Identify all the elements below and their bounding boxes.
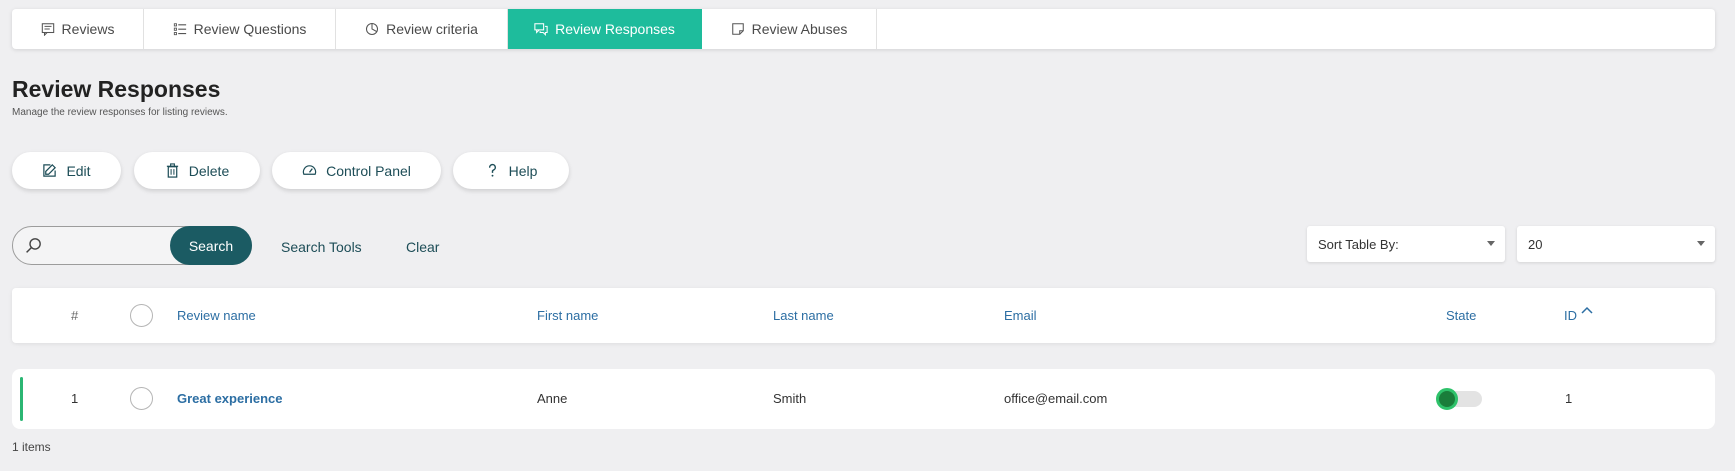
row-number: 1	[71, 391, 79, 406]
search-input[interactable]	[49, 227, 179, 264]
search-button[interactable]: Search	[170, 226, 252, 265]
pie-chart-icon	[366, 22, 379, 36]
tab-label: Review Questions	[193, 21, 307, 37]
email-cell: office@email.com	[1004, 391, 1108, 406]
tab-label: Review Abuses	[751, 21, 848, 37]
id-cell: 1	[1565, 391, 1573, 406]
items-count: 1 items	[12, 440, 51, 454]
question-icon	[488, 163, 496, 177]
page-title: Review Responses	[12, 76, 221, 102]
table-row[interactable]: 1 Great experience Anne Smith office@ema…	[12, 369, 1715, 429]
row-status-indicator	[20, 377, 23, 421]
chevron-down-icon	[1487, 241, 1495, 246]
column-id[interactable]: ID	[1564, 306, 1593, 323]
note-icon	[731, 23, 744, 35]
state-toggle[interactable]	[1436, 388, 1482, 410]
sort-table-select[interactable]: Sort Table By:	[1307, 226, 1505, 262]
comments-icon	[534, 23, 548, 36]
edit-icon	[43, 164, 57, 177]
control-panel-button[interactable]: Control Panel	[272, 152, 441, 189]
tab-bar: Reviews Review Questions Review criteria…	[12, 9, 1715, 49]
tab-review-questions[interactable]: Review Questions	[144, 9, 336, 49]
column-review-name[interactable]: Review name	[177, 308, 256, 323]
search-icon	[26, 238, 41, 253]
column-first-name[interactable]: First name	[537, 308, 598, 323]
trash-icon	[166, 163, 178, 178]
tab-label: Reviews	[61, 21, 115, 37]
sort-table-label: Sort Table By:	[1318, 236, 1399, 252]
column-last-name[interactable]: Last name	[773, 308, 834, 323]
tab-review-criteria[interactable]: Review criteria	[336, 9, 508, 49]
tab-review-abuses[interactable]: Review Abuses	[702, 9, 877, 49]
tab-review-responses[interactable]: Review Responses	[508, 9, 702, 49]
tab-label: Review criteria	[386, 21, 478, 37]
control-panel-label: Control Panel	[326, 162, 411, 179]
edit-button[interactable]: Edit	[12, 152, 121, 189]
edit-label: Edit	[66, 162, 91, 179]
sort-ascending-icon	[1581, 306, 1593, 314]
first-name-cell: Anne	[537, 391, 568, 406]
column-email[interactable]: Email	[1004, 308, 1037, 323]
row-checkbox[interactable]	[130, 387, 153, 410]
help-label: Help	[508, 162, 538, 179]
delete-label: Delete	[188, 162, 230, 179]
table-header: # Review name First name Last name Email…	[12, 288, 1715, 343]
page-size-value: 20	[1528, 236, 1543, 252]
column-id-label: ID	[1564, 308, 1577, 323]
column-number: #	[71, 308, 79, 323]
clear-button[interactable]: Clear	[406, 239, 439, 255]
select-all-checkbox[interactable]	[130, 304, 153, 327]
last-name-cell: Smith	[773, 391, 807, 406]
search-tools-button[interactable]: Search Tools	[281, 239, 362, 255]
page-subtitle: Manage the review responses for listing …	[12, 107, 228, 118]
list-icon	[173, 23, 186, 36]
comment-icon	[41, 23, 54, 36]
column-state[interactable]: State	[1446, 308, 1476, 323]
dashboard-icon	[302, 165, 317, 175]
page-size-select[interactable]: 20	[1517, 226, 1715, 262]
tab-label: Review Responses	[555, 21, 675, 37]
chevron-down-icon	[1697, 241, 1705, 246]
delete-button[interactable]: Delete	[134, 152, 260, 189]
tab-reviews[interactable]: Reviews	[12, 9, 144, 49]
toggle-knob	[1436, 388, 1458, 410]
review-name-link[interactable]: Great experience	[177, 391, 283, 406]
help-button[interactable]: Help	[453, 152, 569, 189]
